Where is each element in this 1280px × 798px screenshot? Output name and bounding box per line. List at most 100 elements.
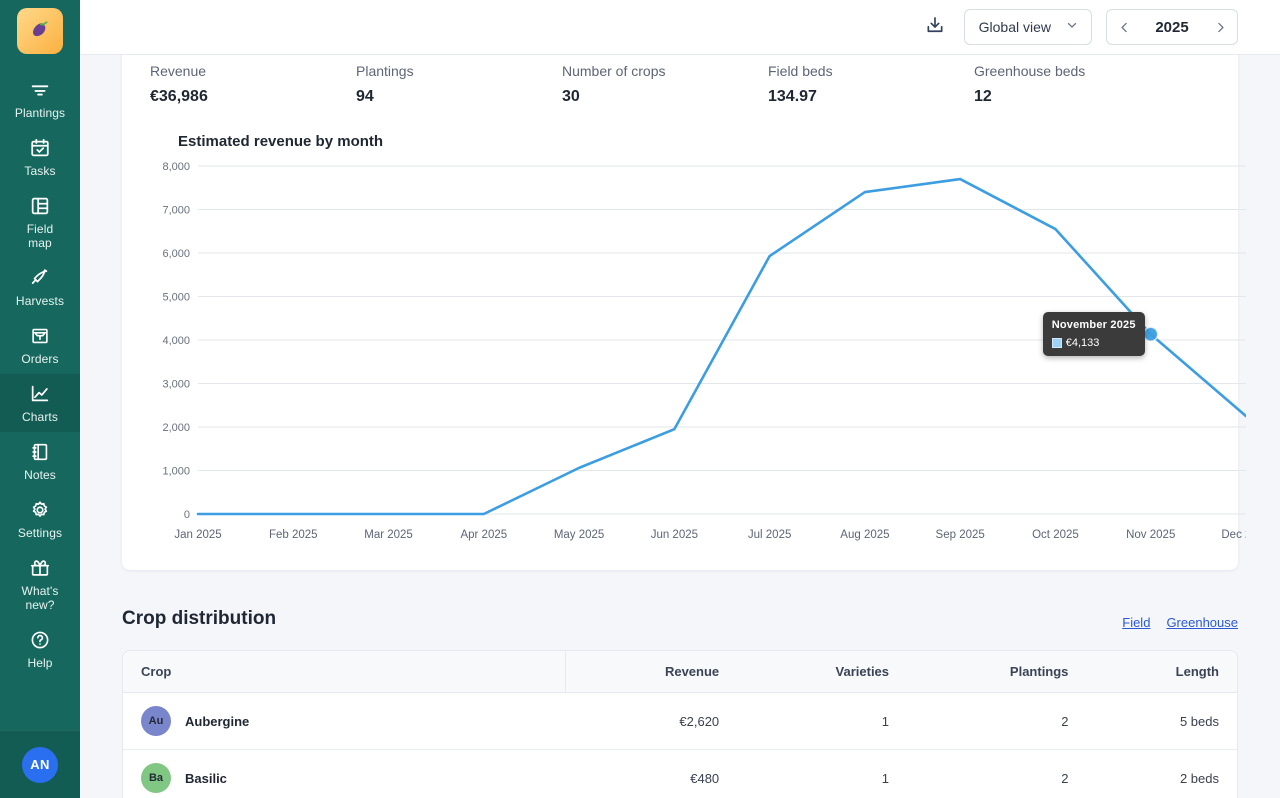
svg-text:Jan 2025: Jan 2025 — [174, 529, 221, 541]
svg-text:Nov 2025: Nov 2025 — [1126, 529, 1175, 541]
crop-distribution-header: Crop distribution Field Greenhouse — [122, 608, 1238, 630]
sidebar-item-notes[interactable]: Notes — [0, 432, 80, 490]
kpi-label: Number of crops — [562, 61, 768, 81]
svg-text:7,000: 7,000 — [162, 205, 190, 217]
svg-text:Feb 2025: Feb 2025 — [269, 529, 318, 541]
sidebar-item-label: Help — [27, 656, 52, 670]
column-header-length[interactable]: Length — [1086, 651, 1237, 693]
chart-line-icon — [29, 383, 51, 405]
plantings-icon — [29, 79, 51, 101]
svg-text:Apr 2025: Apr 2025 — [460, 529, 507, 541]
crop-name: Aubergine — [185, 714, 249, 729]
svg-text:2,000: 2,000 — [162, 422, 190, 434]
kpi-label: Plantings — [356, 61, 562, 81]
year-next-button[interactable] — [1203, 10, 1237, 44]
top-bar: Global view 2025 — [80, 0, 1280, 55]
kpi-label: Greenhouse beds — [974, 61, 1180, 81]
cell-revenue: €2,620 — [565, 693, 737, 750]
svg-text:5,000: 5,000 — [162, 292, 190, 304]
cell-crop: Au Aubergine — [123, 693, 565, 750]
cell-plantings: 2 — [907, 693, 1086, 750]
user-avatar[interactable]: AN — [22, 747, 58, 783]
kpi-value: 134.97 — [768, 87, 974, 107]
sidebar-item-settings[interactable]: Settings — [0, 490, 80, 548]
sidebar-item-label: Tasks — [24, 164, 55, 178]
sidebar-item-tasks[interactable]: Tasks — [0, 128, 80, 186]
kpi-row: Revenue €36,986 Plantings 94 Number of c… — [150, 61, 1210, 107]
view-select-label: Global view — [979, 19, 1051, 35]
table-body: Au Aubergine €2,620 1 2 5 beds Ba — [123, 693, 1237, 798]
view-select[interactable]: Global view — [964, 9, 1092, 45]
kpi-value: 12 — [974, 87, 1180, 107]
avatar: Au — [141, 706, 171, 736]
question-circle-icon — [29, 629, 51, 651]
sidebar-user-section: AN — [0, 730, 80, 798]
svg-text:Oct 2025: Oct 2025 — [1032, 529, 1079, 541]
crop-distribution-filters: Field Greenhouse — [1122, 615, 1238, 630]
kpi-value: 30 — [562, 87, 768, 107]
svg-text:Mar 2025: Mar 2025 — [364, 529, 413, 541]
kpi-plantings: Plantings 94 — [356, 61, 562, 107]
svg-text:4,000: 4,000 — [162, 335, 190, 347]
svg-text:1,000: 1,000 — [162, 466, 190, 478]
year-prev-button[interactable] — [1107, 10, 1141, 44]
sidebar-item-label: What's new? — [22, 584, 59, 612]
revenue-chart[interactable]: 01,0002,0003,0004,0005,0006,0007,0008,00… — [150, 156, 1210, 556]
download-icon — [925, 15, 945, 40]
scroll-region[interactable]: Revenue €36,986 Plantings 94 Number of c… — [80, 55, 1280, 798]
crop-name: Basilic — [185, 771, 227, 786]
sidebar-item-label: Orders — [21, 352, 58, 366]
table-row[interactable]: Au Aubergine €2,620 1 2 5 beds — [123, 693, 1237, 750]
svg-text:May 2025: May 2025 — [554, 529, 605, 541]
sidebar-item-label: Plantings — [15, 106, 65, 120]
table-row[interactable]: Ba Basilic €480 1 2 2 beds — [123, 750, 1237, 798]
notebook-icon — [29, 441, 51, 463]
sidebar-item-plantings[interactable]: Plantings — [0, 70, 80, 128]
sidebar-item-orders[interactable]: Orders — [0, 316, 80, 374]
gift-icon — [29, 557, 51, 579]
cell-revenue: €480 — [565, 750, 737, 798]
sidebar-item-whats-new[interactable]: What's new? — [0, 548, 80, 620]
app-logo[interactable] — [17, 8, 63, 54]
sidebar-item-harvests[interactable]: Harvests — [0, 258, 80, 316]
overview-card: Revenue €36,986 Plantings 94 Number of c… — [122, 55, 1238, 570]
basket-icon — [29, 325, 51, 347]
main-content: Global view 2025 — [80, 0, 1280, 798]
sidebar: Plantings Tasks Field map — [0, 0, 80, 798]
sidebar-item-label: Harvests — [16, 294, 64, 308]
svg-text:Aug 2025: Aug 2025 — [840, 529, 889, 541]
cell-plantings: 2 — [907, 750, 1086, 798]
column-header-plantings[interactable]: Plantings — [907, 651, 1086, 693]
svg-text:Sep 2025: Sep 2025 — [936, 529, 985, 541]
sidebar-item-label: Field map — [27, 222, 54, 250]
column-header-revenue[interactable]: Revenue — [565, 651, 737, 693]
crop-distribution-table-card: Crop Revenue Varieties Plantings Length … — [122, 650, 1238, 798]
column-header-varieties[interactable]: Varieties — [737, 651, 907, 693]
crop-distribution-title: Crop distribution — [122, 608, 276, 630]
cell-length: 5 beds — [1086, 693, 1237, 750]
chevron-down-icon — [1065, 18, 1079, 37]
column-header-crop[interactable]: Crop — [123, 651, 565, 693]
cell-varieties: 1 — [737, 750, 907, 798]
cell-varieties: 1 — [737, 693, 907, 750]
sidebar-item-label: Charts — [22, 410, 58, 424]
cell-length: 2 beds — [1086, 750, 1237, 798]
eggplant-logo-icon — [27, 18, 53, 44]
chart-title: Estimated revenue by month — [178, 133, 1210, 150]
download-button[interactable] — [920, 12, 950, 42]
knife-icon — [29, 267, 51, 289]
sidebar-item-charts[interactable]: Charts — [0, 374, 80, 432]
avatar: Ba — [141, 763, 171, 793]
field-map-icon — [29, 195, 51, 217]
kpi-number-of-crops: Number of crops 30 — [562, 61, 768, 107]
cell-crop: Ba Basilic — [123, 750, 565, 798]
calendar-check-icon — [29, 137, 51, 159]
filter-link-greenhouse[interactable]: Greenhouse — [1166, 615, 1238, 630]
kpi-revenue: Revenue €36,986 — [150, 61, 356, 107]
sidebar-item-field-map[interactable]: Field map — [0, 186, 80, 258]
year-value: 2025 — [1141, 19, 1203, 36]
filter-link-field[interactable]: Field — [1122, 615, 1150, 630]
sidebar-item-label: Notes — [24, 468, 56, 482]
sidebar-item-help[interactable]: Help — [0, 620, 80, 678]
svg-text:Dec 2025: Dec 2025 — [1221, 529, 1246, 541]
